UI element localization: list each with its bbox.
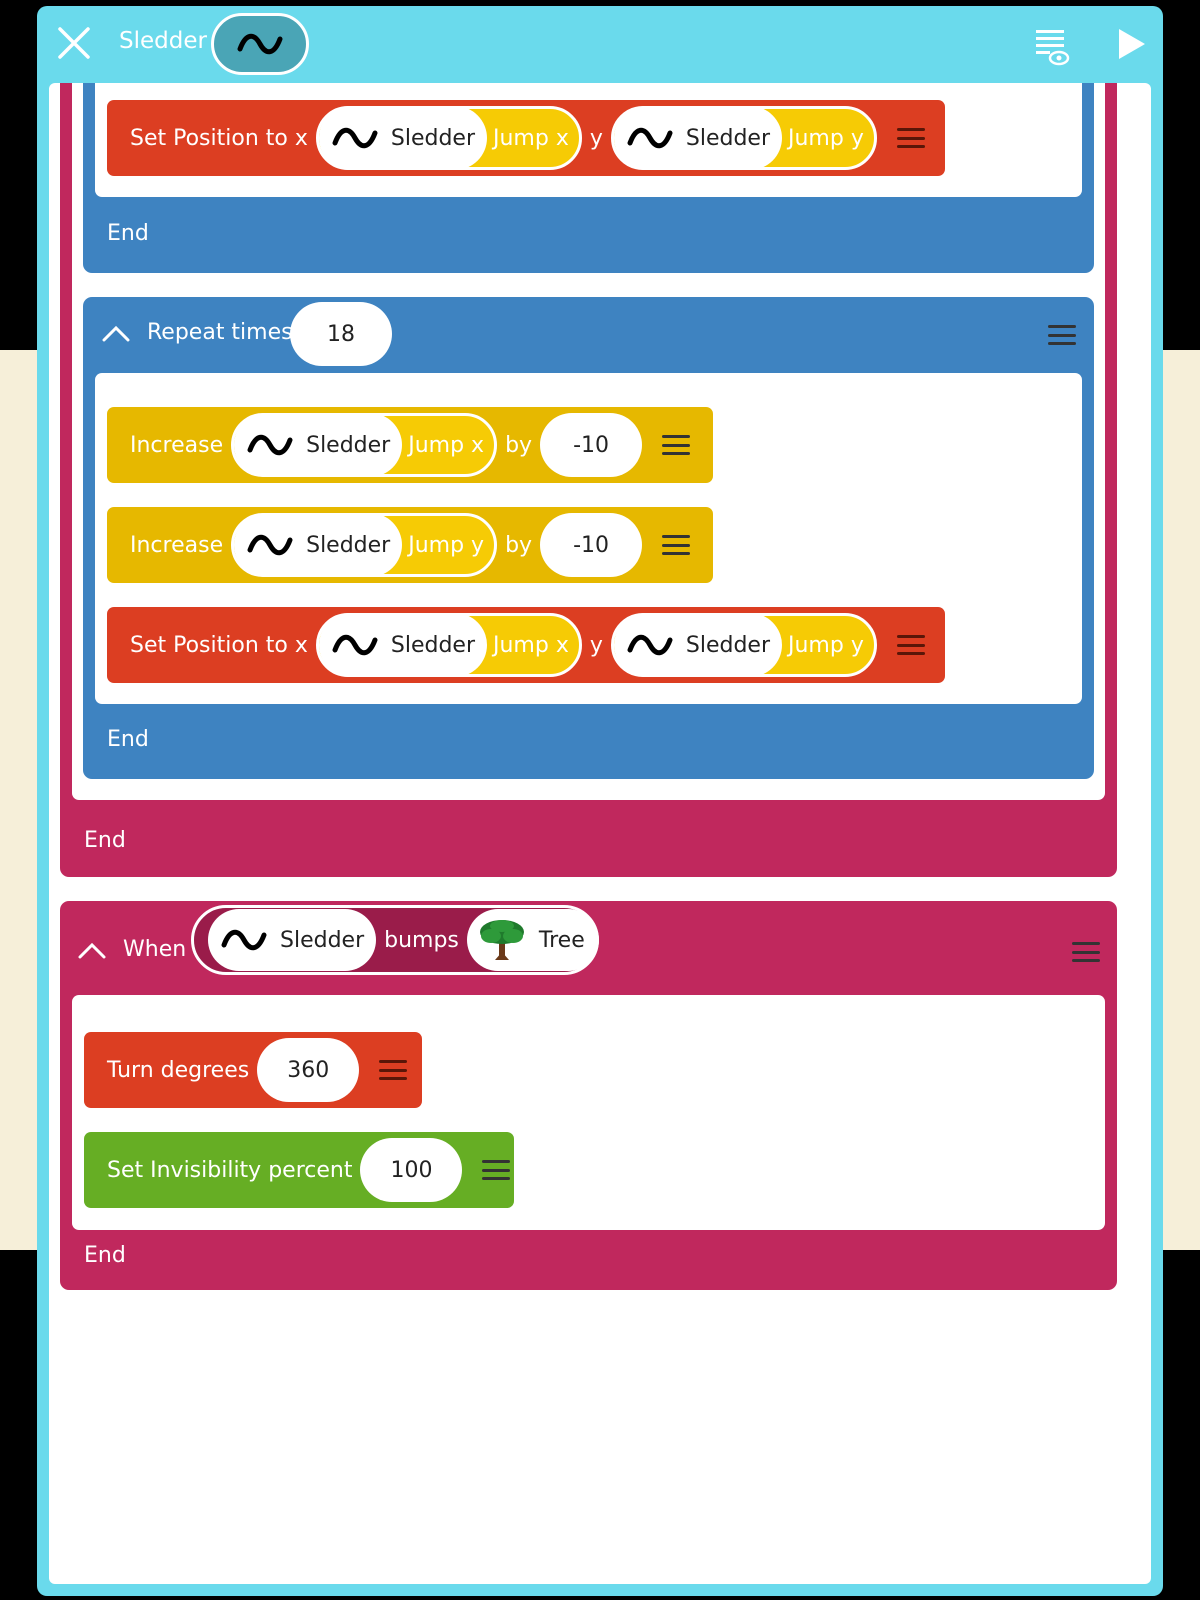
repeat-count-input[interactable]: 18	[290, 302, 392, 366]
variable-property: Jump y	[788, 125, 864, 151]
code-panel: Set Position to x Sledder Jump x y Sledd…	[49, 83, 1151, 1584]
set-position-block-1[interactable]: Set Position to x Sledder Jump x y Sledd…	[107, 100, 945, 176]
block-menu-icon[interactable]	[896, 128, 925, 148]
collapse-chevron-icon[interactable]	[101, 323, 131, 343]
squiggle-icon	[237, 33, 283, 55]
variable-jump-y[interactable]: Sledder Jump y	[231, 513, 498, 577]
variable-property: Jump x	[408, 432, 485, 458]
end-label: End	[84, 1243, 126, 1268]
variable-jump-y[interactable]: Sledder Jump y	[610, 106, 877, 170]
sprite-name: Sledder	[119, 28, 207, 54]
variable-jump-x[interactable]: Sledder Jump x	[315, 106, 582, 170]
play-icon[interactable]	[1113, 26, 1149, 62]
squiggle-icon	[247, 434, 293, 456]
y-label: y	[589, 632, 603, 658]
increase-label: Increase	[130, 532, 224, 558]
variable-property: Jump y	[788, 632, 864, 658]
object-name: Tree	[538, 927, 585, 953]
variable-jump-x[interactable]: Sledder Jump x	[315, 613, 582, 677]
block-menu-icon[interactable]	[379, 1060, 408, 1080]
by-label: by	[505, 432, 533, 458]
invisibility-value-input[interactable]: 100	[360, 1138, 463, 1202]
invisibility-label: Set Invisibility percent	[107, 1157, 353, 1183]
increase-value-input[interactable]: -10	[540, 513, 643, 577]
set-position-label: Set Position to x	[130, 125, 308, 151]
turn-value-input[interactable]: 360	[257, 1038, 360, 1102]
code-editor-frame: Sledder Set Position to x Sledder Jump x…	[37, 6, 1163, 1596]
squiggle-icon	[627, 634, 673, 656]
variable-property: Jump x	[493, 125, 569, 151]
variable-property: Jump y	[408, 532, 485, 558]
turn-label: Turn degrees	[107, 1057, 250, 1083]
increase-label: Increase	[130, 432, 224, 458]
end-label: End	[107, 221, 149, 246]
top-bar: Sledder	[37, 6, 1163, 83]
block-menu-icon[interactable]	[896, 635, 925, 655]
sprite-selector-button[interactable]	[211, 13, 309, 75]
block-menu-icon[interactable]	[1048, 325, 1076, 345]
list-eye-icon[interactable]	[1034, 26, 1070, 66]
increase-y-block[interactable]: Increase Sledder Jump y by -10	[107, 507, 713, 583]
repeat-label: Repeat times	[147, 320, 293, 345]
block-menu-icon[interactable]	[482, 1160, 511, 1180]
variable-owner: Sledder	[306, 432, 391, 458]
set-position-label: Set Position to x	[130, 632, 308, 658]
turn-degrees-block[interactable]: Turn degrees 360	[84, 1032, 422, 1108]
increase-value-input[interactable]: -10	[540, 413, 643, 477]
end-label: End	[84, 828, 126, 853]
variable-owner: Sledder	[390, 632, 475, 658]
subject-name: Sledder	[280, 927, 365, 953]
squiggle-icon	[627, 127, 673, 149]
variable-owner: Sledder	[390, 125, 475, 151]
collapse-chevron-icon[interactable]	[77, 940, 107, 960]
variable-property: Jump x	[493, 632, 569, 658]
collision-trigger[interactable]: Sledder bumps Tree	[191, 905, 599, 975]
variable-owner: Sledder	[685, 125, 770, 151]
set-position-block-2[interactable]: Set Position to x Sledder Jump x y Sledd…	[107, 607, 945, 683]
squiggle-icon	[221, 929, 267, 951]
when-label: When	[123, 937, 187, 962]
variable-jump-y[interactable]: Sledder Jump y	[610, 613, 877, 677]
tree-icon	[479, 920, 524, 960]
increase-x-block[interactable]: Increase Sledder Jump x by -10	[107, 407, 713, 483]
block-menu-icon[interactable]	[662, 435, 691, 455]
squiggle-icon	[332, 634, 378, 656]
variable-owner: Sledder	[306, 532, 391, 558]
variable-owner: Sledder	[685, 632, 770, 658]
close-icon[interactable]	[55, 24, 93, 62]
by-label: by	[505, 532, 533, 558]
variable-jump-x[interactable]: Sledder Jump x	[231, 413, 498, 477]
block-menu-icon[interactable]	[662, 535, 691, 555]
end-label: End	[107, 727, 149, 752]
block-menu-icon[interactable]	[1072, 942, 1100, 962]
set-invisibility-block[interactable]: Set Invisibility percent 100	[84, 1132, 514, 1208]
y-label: y	[589, 125, 603, 151]
squiggle-icon	[332, 127, 378, 149]
squiggle-icon	[247, 534, 293, 556]
bumps-label: bumps	[384, 927, 459, 953]
